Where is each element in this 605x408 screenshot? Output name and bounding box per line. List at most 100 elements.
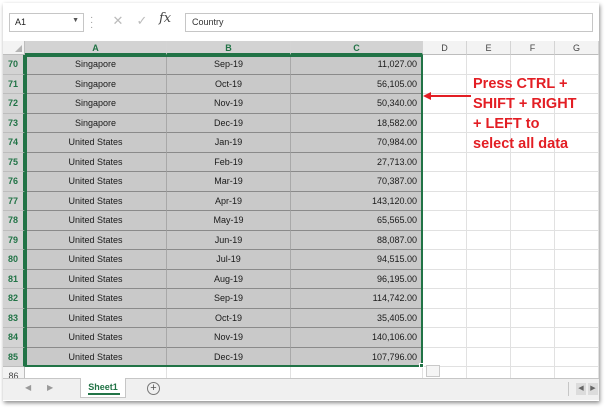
row-header[interactable]: 79	[3, 230, 25, 250]
cell-month[interactable]: Feb-19	[167, 152, 291, 172]
cell-country[interactable]: United States	[25, 211, 167, 231]
cell-month[interactable]: May-19	[167, 211, 291, 231]
column-header-f[interactable]: F	[511, 41, 555, 55]
empty-cell[interactable]	[511, 308, 555, 328]
empty-cell[interactable]	[467, 172, 511, 192]
cell-value[interactable]: 96,195.00	[291, 269, 423, 289]
cell-country[interactable]: Singapore	[25, 113, 167, 133]
more-options-icon[interactable]: · · ·	[90, 13, 94, 33]
cell-country[interactable]: United States	[25, 172, 167, 192]
empty-cell[interactable]	[555, 347, 599, 367]
empty-cell[interactable]	[467, 55, 511, 75]
empty-cell[interactable]	[555, 211, 599, 231]
cell-month[interactable]: Sep-19	[167, 55, 291, 75]
empty-cell[interactable]	[423, 328, 467, 348]
scroll-left-icon[interactable]: ◀	[576, 383, 586, 395]
empty-cell[interactable]	[555, 191, 599, 211]
column-header-b[interactable]: B	[167, 41, 291, 55]
row-header[interactable]: 81	[3, 269, 25, 289]
empty-cell[interactable]	[555, 230, 599, 250]
scroll-right-icon[interactable]: ▶	[588, 383, 598, 395]
cell-country[interactable]: Singapore	[25, 55, 167, 75]
cell-value[interactable]: 27,713.00	[291, 152, 423, 172]
cell-country[interactable]: United States	[25, 191, 167, 211]
cell-month[interactable]: Apr-19	[167, 191, 291, 211]
select-all-corner[interactable]	[3, 41, 25, 55]
empty-cell[interactable]	[511, 172, 555, 192]
cell-month[interactable]: Nov-19	[167, 328, 291, 348]
cell-value[interactable]: 11,027.00	[291, 55, 423, 75]
empty-cell[interactable]	[423, 289, 467, 309]
cell-country[interactable]: United States	[25, 289, 167, 309]
empty-cell[interactable]	[467, 347, 511, 367]
empty-cell[interactable]	[511, 152, 555, 172]
empty-cell[interactable]	[467, 211, 511, 231]
empty-cell[interactable]	[423, 55, 467, 75]
empty-cell[interactable]	[511, 211, 555, 231]
cell-country[interactable]: United States	[25, 328, 167, 348]
empty-cell[interactable]	[467, 230, 511, 250]
fill-handle[interactable]	[419, 363, 424, 368]
cell-value[interactable]: 18,582.00	[291, 113, 423, 133]
scroll-right-tabs-icon[interactable]: ▶	[47, 383, 53, 392]
cell-month[interactable]: Dec-19	[167, 347, 291, 367]
sheet-tab-sheet1[interactable]: Sheet1	[80, 378, 126, 398]
enter-check-icon[interactable]: ✓	[133, 12, 151, 30]
row-header[interactable]: 73	[3, 113, 25, 133]
empty-cell[interactable]	[423, 269, 467, 289]
empty-cell[interactable]	[467, 328, 511, 348]
empty-cell[interactable]	[467, 308, 511, 328]
row-header[interactable]: 80	[3, 250, 25, 270]
column-header-e[interactable]: E	[467, 41, 511, 55]
scroll-left-tabs-icon[interactable]: ◀	[25, 383, 31, 392]
cell-value[interactable]: 94,515.00	[291, 250, 423, 270]
name-box[interactable]: A1 ▼	[9, 13, 84, 32]
formula-input[interactable]: Country	[185, 13, 593, 32]
empty-cell[interactable]	[555, 250, 599, 270]
empty-cell[interactable]	[423, 191, 467, 211]
cell-value[interactable]: 88,087.00	[291, 230, 423, 250]
row-header[interactable]: 74	[3, 133, 25, 153]
quick-analysis-icon[interactable]	[426, 365, 440, 377]
empty-cell[interactable]	[511, 191, 555, 211]
empty-cell[interactable]	[511, 250, 555, 270]
cell-month[interactable]: Jun-19	[167, 230, 291, 250]
empty-cell[interactable]	[423, 152, 467, 172]
cell-country[interactable]: United States	[25, 152, 167, 172]
empty-cell[interactable]	[423, 113, 467, 133]
chevron-down-icon[interactable]: ▼	[72, 17, 79, 24]
cell-value[interactable]: 107,796.00	[291, 347, 423, 367]
empty-cell[interactable]	[467, 152, 511, 172]
cell-country[interactable]: United States	[25, 133, 167, 153]
cell-country[interactable]: United States	[25, 308, 167, 328]
cell-value[interactable]: 65,565.00	[291, 211, 423, 231]
cell-month[interactable]: Mar-19	[167, 172, 291, 192]
empty-cell[interactable]	[423, 250, 467, 270]
empty-cell[interactable]	[555, 328, 599, 348]
empty-cell[interactable]	[511, 347, 555, 367]
cell-month[interactable]: Nov-19	[167, 94, 291, 114]
insert-function-icon[interactable]: fx	[159, 11, 179, 29]
empty-cell[interactable]	[423, 211, 467, 231]
cell-country[interactable]: United States	[25, 269, 167, 289]
cell-value[interactable]: 50,340.00	[291, 94, 423, 114]
column-header-c[interactable]: C	[291, 41, 423, 55]
empty-cell[interactable]	[467, 191, 511, 211]
empty-cell[interactable]	[467, 269, 511, 289]
row-header[interactable]: 83	[3, 308, 25, 328]
cancel-icon[interactable]: ✕	[109, 12, 127, 30]
empty-cell[interactable]	[423, 133, 467, 153]
empty-cell[interactable]	[511, 289, 555, 309]
cell-month[interactable]: Oct-19	[167, 308, 291, 328]
cell-value[interactable]: 114,742.00	[291, 289, 423, 309]
cell-country[interactable]: United States	[25, 347, 167, 367]
empty-cell[interactable]	[511, 55, 555, 75]
empty-cell[interactable]	[511, 269, 555, 289]
cell-month[interactable]: Dec-19	[167, 113, 291, 133]
cell-month[interactable]: Jan-19	[167, 133, 291, 153]
empty-cell[interactable]	[511, 328, 555, 348]
row-header[interactable]: 84	[3, 328, 25, 348]
cell-value[interactable]: 140,106.00	[291, 328, 423, 348]
column-header-g[interactable]: G	[555, 41, 599, 55]
cell-country[interactable]: Singapore	[25, 74, 167, 94]
